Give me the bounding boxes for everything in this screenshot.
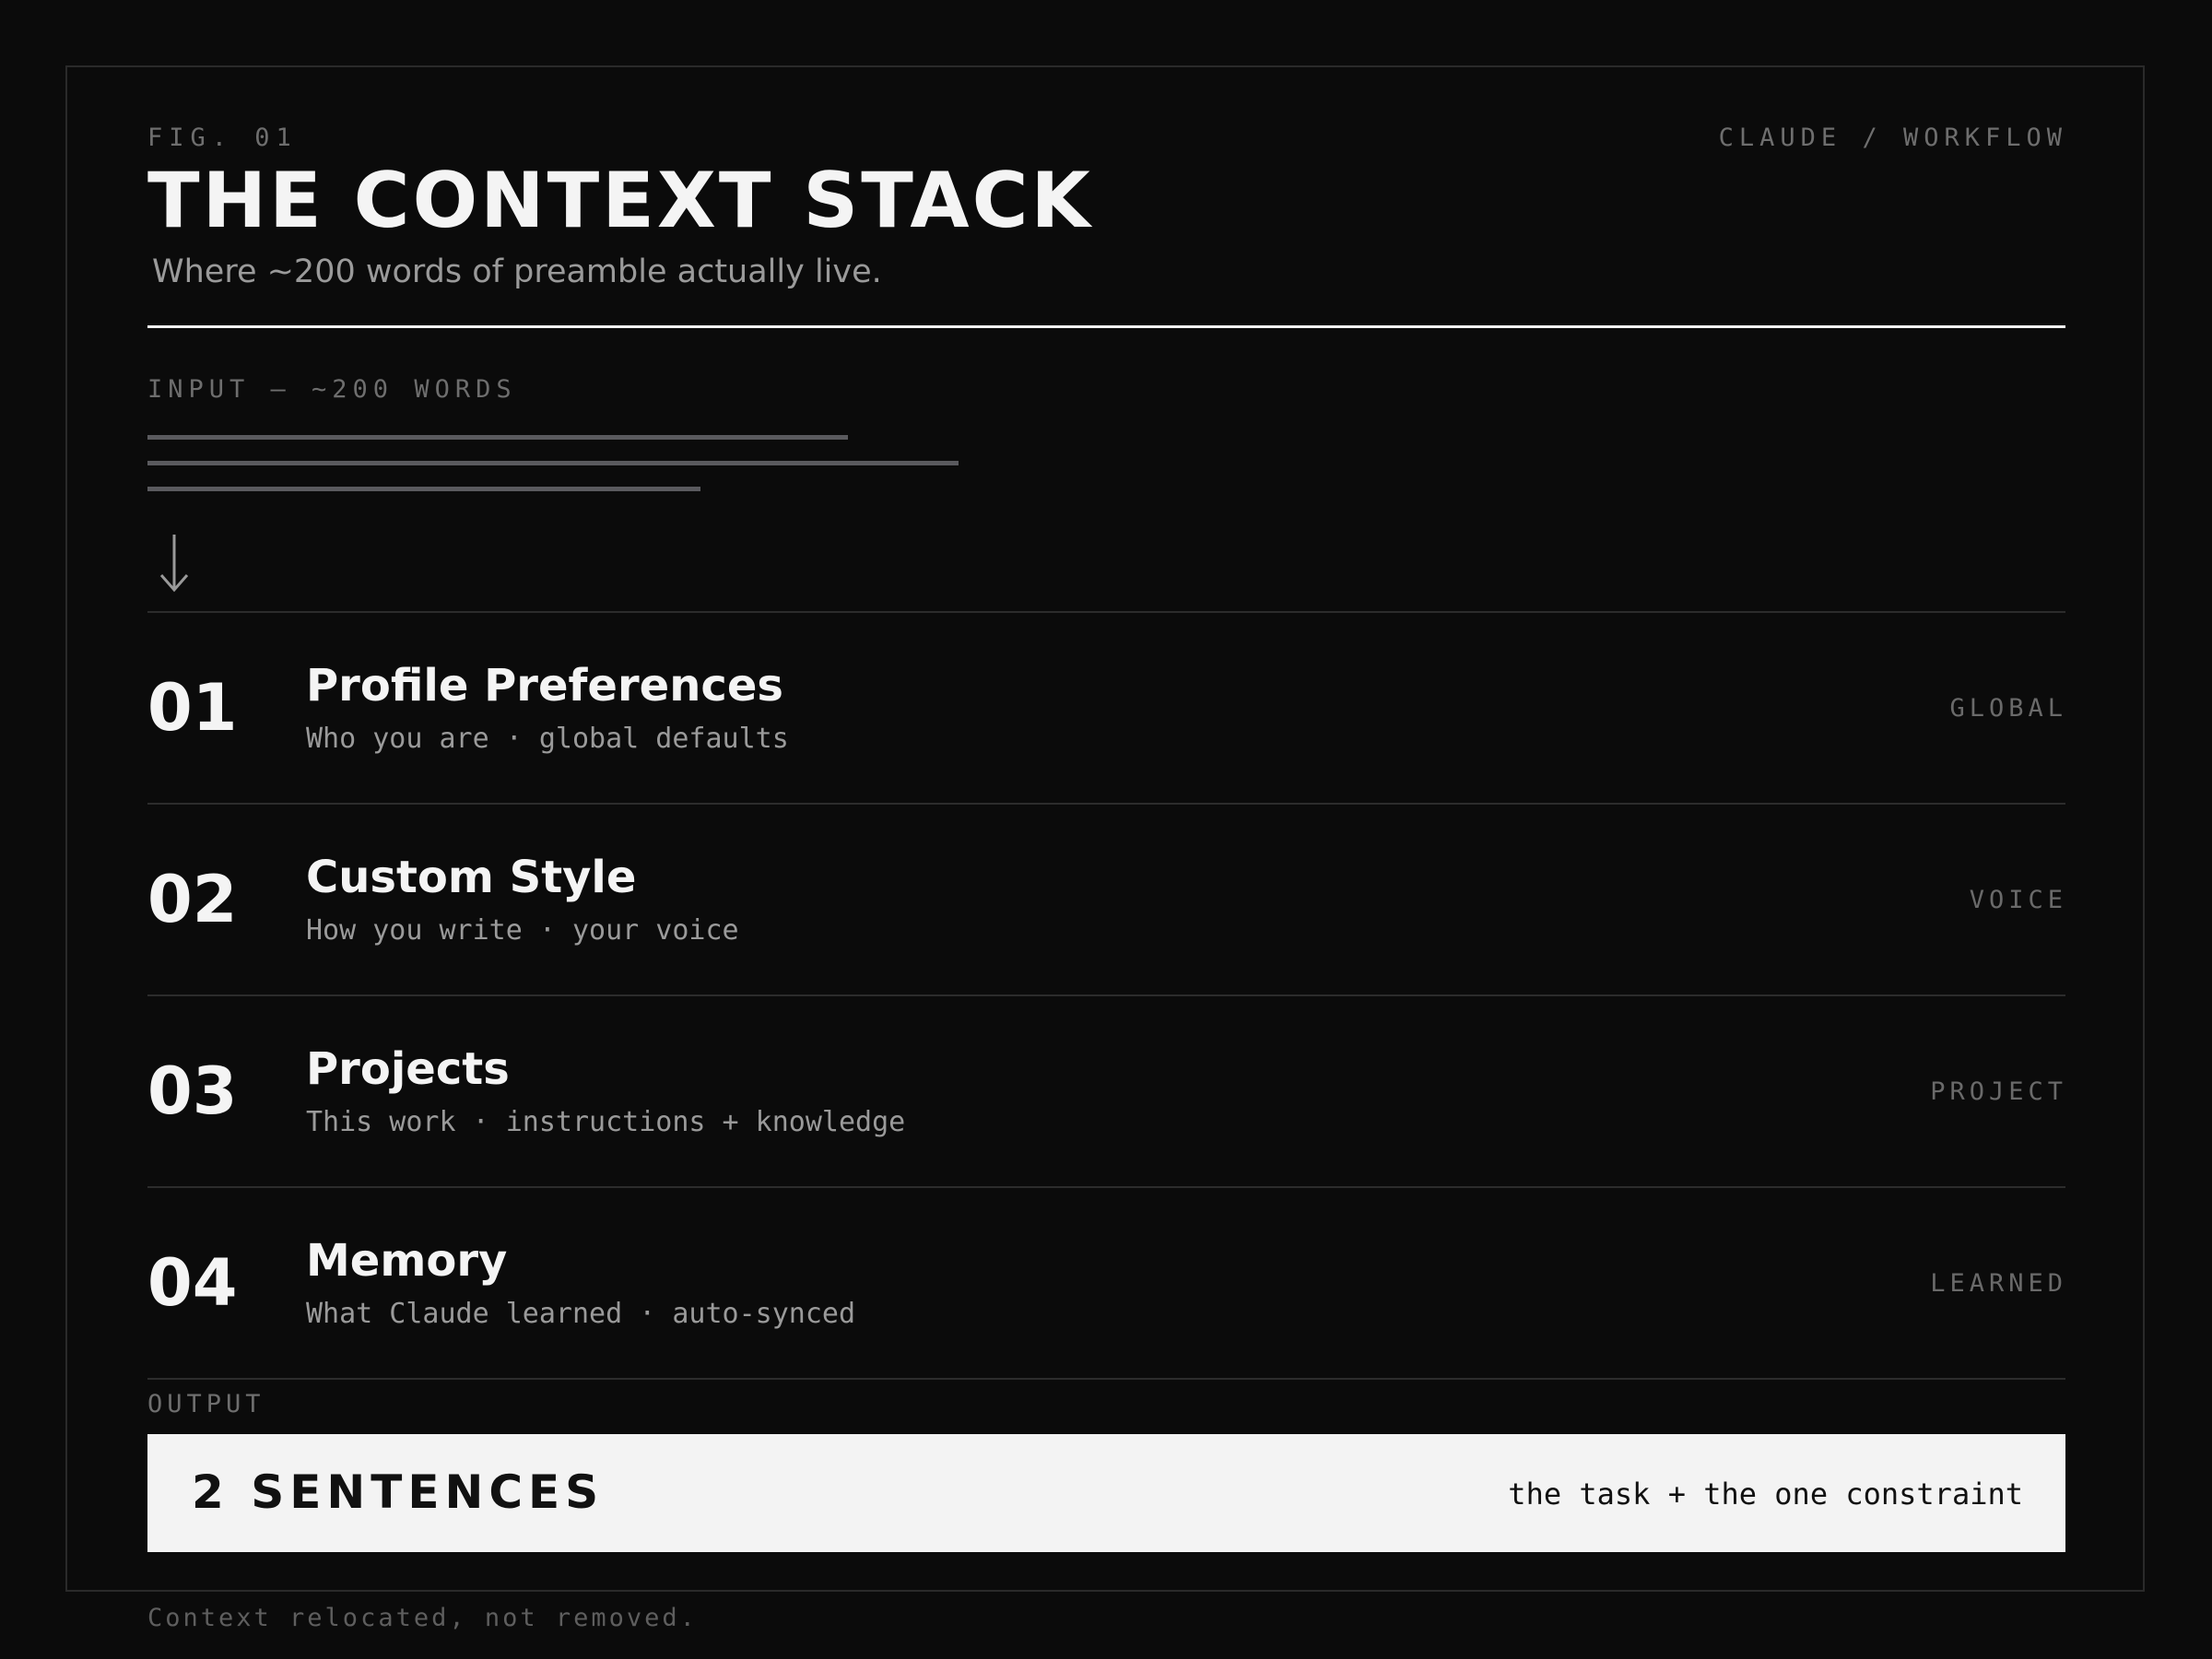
title-divider bbox=[147, 325, 2065, 328]
page-title: THE CONTEXT STACK bbox=[147, 156, 1093, 245]
output-main: 2 SENTENCES bbox=[192, 1465, 605, 1519]
layer-number: 02 bbox=[147, 862, 238, 937]
input-line bbox=[147, 487, 700, 491]
figure-frame bbox=[65, 65, 2145, 1592]
input-line bbox=[147, 435, 848, 440]
divider bbox=[147, 1378, 2065, 1380]
divider bbox=[147, 803, 2065, 805]
input-label: INPUT — ~200 WORDS bbox=[147, 375, 517, 404]
layer-description: How you write · your voice bbox=[306, 914, 739, 947]
layer-description: What Claude learned · auto-synced bbox=[306, 1298, 856, 1330]
divider bbox=[147, 611, 2065, 613]
divider bbox=[147, 994, 2065, 996]
output-subtext: the task + the one constraint bbox=[1508, 1477, 2023, 1512]
layer-title: Custom Style bbox=[306, 852, 637, 903]
layer-description: This work · instructions + knowledge bbox=[306, 1106, 906, 1138]
arrow-down-icon bbox=[159, 535, 189, 593]
brand-label: CLAUDE / WORKFLOW bbox=[1718, 124, 2067, 152]
layer-tag: VOICE bbox=[1969, 886, 2067, 914]
layer-title: Projects bbox=[306, 1043, 510, 1095]
output-box: 2 SENTENCES the task + the one constrain… bbox=[147, 1434, 2065, 1552]
layer-tag: PROJECT bbox=[1930, 1077, 2067, 1106]
layer-number: 03 bbox=[147, 1053, 238, 1129]
layer-title: Memory bbox=[306, 1235, 508, 1287]
layer-title: Profile Preferences bbox=[306, 660, 783, 712]
layer-number: 01 bbox=[147, 670, 238, 746]
layer-description: Who you are · global defaults bbox=[306, 723, 789, 755]
page-subtitle: Where ~200 words of preamble actually li… bbox=[152, 253, 882, 290]
output-label: OUTPUT bbox=[147, 1390, 265, 1418]
layer-tag: LEARNED bbox=[1930, 1269, 2067, 1298]
layer-tag: GLOBAL bbox=[1949, 694, 2067, 723]
layer-number: 04 bbox=[147, 1245, 238, 1321]
input-line bbox=[147, 461, 959, 465]
figure-label: FIG. 01 bbox=[147, 124, 298, 152]
divider bbox=[147, 1186, 2065, 1188]
footer-caption: Context relocated, not removed. bbox=[147, 1604, 698, 1632]
